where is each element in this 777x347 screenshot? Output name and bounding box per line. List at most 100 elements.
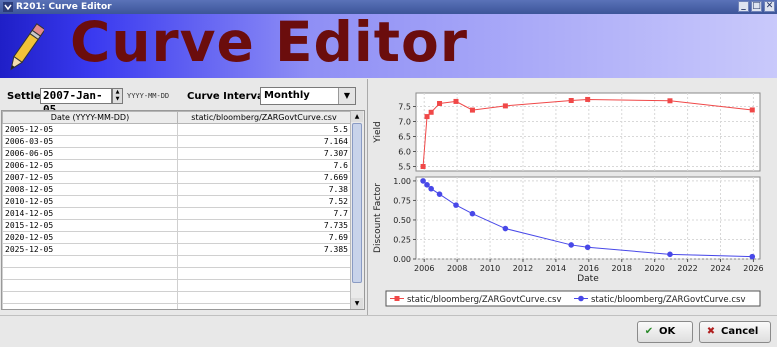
controls-row: Settle 2007-Jan-05 ▲▼ YYYY-MM-DD Curve I… <box>0 86 367 116</box>
x-axis-label: Date <box>577 274 599 284</box>
y-tick-label: 1.00 <box>393 177 411 186</box>
data-point <box>436 191 443 197</box>
close-button[interactable]: ✕ <box>764 1 775 12</box>
data-point <box>469 210 476 217</box>
data-point <box>667 98 673 104</box>
yield-cell[interactable]: 7.7 <box>177 207 351 220</box>
y-tick-label: 0.00 <box>393 255 411 264</box>
cancel-button[interactable]: ✖ Cancel <box>699 321 771 343</box>
date-cell[interactable]: 2008-12-05 <box>2 183 178 196</box>
column-header-date[interactable]: Date (YYYY-MM-DD) <box>2 111 178 124</box>
date-cell[interactable]: 2025-12-05 <box>2 243 178 256</box>
yield-cell[interactable]: 7.385 <box>177 243 351 256</box>
data-point <box>568 242 575 248</box>
window-title: R201: Curve Editor <box>16 2 112 12</box>
table-row[interactable]: 2020-12-05 7.69 <box>2 231 351 244</box>
date-cell[interactable]: 2007-12-05 <box>2 171 178 184</box>
curve-interval-value: Monthly <box>264 90 310 101</box>
table-vertical-scrollbar[interactable]: ▲ ▼ <box>350 111 364 309</box>
scroll-up-icon[interactable]: ▲ <box>351 111 363 122</box>
window-titlebar[interactable]: R201: Curve Editor _ □ ✕ <box>0 0 777 14</box>
yield-cell[interactable]: 5.5 <box>177 123 351 136</box>
data-point <box>469 107 475 113</box>
chevron-down-icon[interactable]: ▼ <box>338 88 355 104</box>
data-point <box>568 98 574 103</box>
column-header-source[interactable]: static/bloomberg/ZARGovtCurve.csv <box>177 111 351 124</box>
curve-interval-select[interactable]: Monthly ▼ <box>260 87 356 105</box>
y-tick-label: 5.5 <box>398 163 411 172</box>
table-row[interactable]: 2005-12-05 5.5 <box>2 123 351 136</box>
empty-table-row[interactable] <box>2 303 351 309</box>
legend-marker <box>578 295 584 302</box>
curve-interval-label: Curve Interval <box>187 91 268 102</box>
y-tick-label: 7.0 <box>398 118 411 127</box>
data-point <box>749 107 755 113</box>
y-axis-label: Yield <box>373 121 383 143</box>
yield-cell[interactable]: 7.6 <box>177 159 351 172</box>
empty-table-row[interactable] <box>2 279 351 292</box>
table-row[interactable]: 2014-12-05 7.7 <box>2 207 351 220</box>
check-icon: ✔ <box>644 326 654 337</box>
x-tick-label: 2012 <box>513 264 533 273</box>
yield-cell[interactable]: 7.38 <box>177 183 351 196</box>
y-tick-label: 6.5 <box>398 133 411 142</box>
data-point <box>584 244 591 251</box>
data-point <box>428 109 434 115</box>
y-tick-label: 0.25 <box>393 235 411 244</box>
dialog-button-bar: ✔ OK ✖ Cancel <box>0 315 777 347</box>
x-tick-label: 2020 <box>644 264 664 273</box>
table-row[interactable]: 2006-12-05 7.6 <box>2 159 351 172</box>
date-cell[interactable]: 2014-12-05 <box>2 207 178 220</box>
data-point <box>585 96 591 102</box>
ok-button[interactable]: ✔ OK <box>637 321 693 343</box>
x-tick-label: 2008 <box>447 264 467 273</box>
left-panel: Settle 2007-Jan-05 ▲▼ YYYY-MM-DD Curve I… <box>0 79 368 315</box>
empty-table-row[interactable] <box>2 267 351 280</box>
settle-date-field[interactable]: 2007-Jan-05 <box>40 88 112 116</box>
date-cell[interactable]: 2020-12-05 <box>2 231 178 244</box>
date-cell[interactable]: 2010-12-05 <box>2 195 178 208</box>
x-tick-label: 2026 <box>743 264 763 273</box>
date-cell[interactable]: 2006-06-05 <box>2 147 178 160</box>
yield-cell[interactable]: 7.69 <box>177 231 351 244</box>
data-point <box>749 253 756 260</box>
maximize-button[interactable]: □ <box>751 1 762 12</box>
yield-cell[interactable]: 7.52 <box>177 195 351 208</box>
yield-cell[interactable]: 7.307 <box>177 147 351 160</box>
y-tick-label: 0.75 <box>393 196 411 205</box>
settle-date-spinner[interactable]: ▲ ▼ <box>112 88 123 104</box>
date-cell[interactable]: 2005-12-05 <box>2 123 178 136</box>
curve-data-table: Date (YYYY-MM-DD) static/bloomberg/ZARGo… <box>1 110 365 310</box>
empty-table-row[interactable] <box>2 291 351 304</box>
curve-charts: 5.5 6.0 6.5 7.0 7.5 Yield 0.00 0.25 0.50 0.75 1.00… <box>373 92 764 307</box>
date-cell[interactable]: 2015-12-05 <box>2 219 178 232</box>
table-row[interactable]: 2010-12-05 7.52 <box>2 195 351 208</box>
banner-title: Curve Editor <box>70 14 468 74</box>
date-cell[interactable]: 2006-03-05 <box>2 135 178 148</box>
table-row[interactable]: 2007-12-05 7.669 <box>2 171 351 184</box>
yield-cell[interactable]: 7.735 <box>177 219 351 232</box>
yield-cell[interactable]: 7.164 <box>177 135 351 148</box>
table-row[interactable]: 2025-12-05 7.385 <box>2 243 351 256</box>
data-point <box>420 164 426 169</box>
x-tick-label: 2022 <box>677 264 697 273</box>
settle-label: Settle <box>7 91 41 102</box>
data-point <box>667 251 673 258</box>
table-row[interactable]: 2006-03-05 7.164 <box>2 135 351 148</box>
yield-cell[interactable]: 7.669 <box>177 171 351 184</box>
date-format-hint: YYYY-MM-DD <box>127 92 170 100</box>
scroll-down-icon[interactable]: ▼ <box>351 298 363 309</box>
x-tick-label: 2006 <box>414 264 434 273</box>
empty-table-row[interactable] <box>2 255 351 268</box>
data-point <box>453 98 459 104</box>
table-row[interactable]: 2008-12-05 7.38 <box>2 183 351 196</box>
table-row[interactable]: 2006-06-05 7.307 <box>2 147 351 160</box>
table-row[interactable]: 2015-12-05 7.735 <box>2 219 351 232</box>
scroll-thumb[interactable] <box>352 123 362 283</box>
ok-label: OK <box>659 326 676 337</box>
x-tick-label: 2016 <box>579 264 599 273</box>
date-cell[interactable]: 2006-12-05 <box>2 159 178 172</box>
minimize-button[interactable]: _ <box>738 1 749 12</box>
data-point <box>424 114 430 120</box>
pencil-icon <box>10 23 44 71</box>
